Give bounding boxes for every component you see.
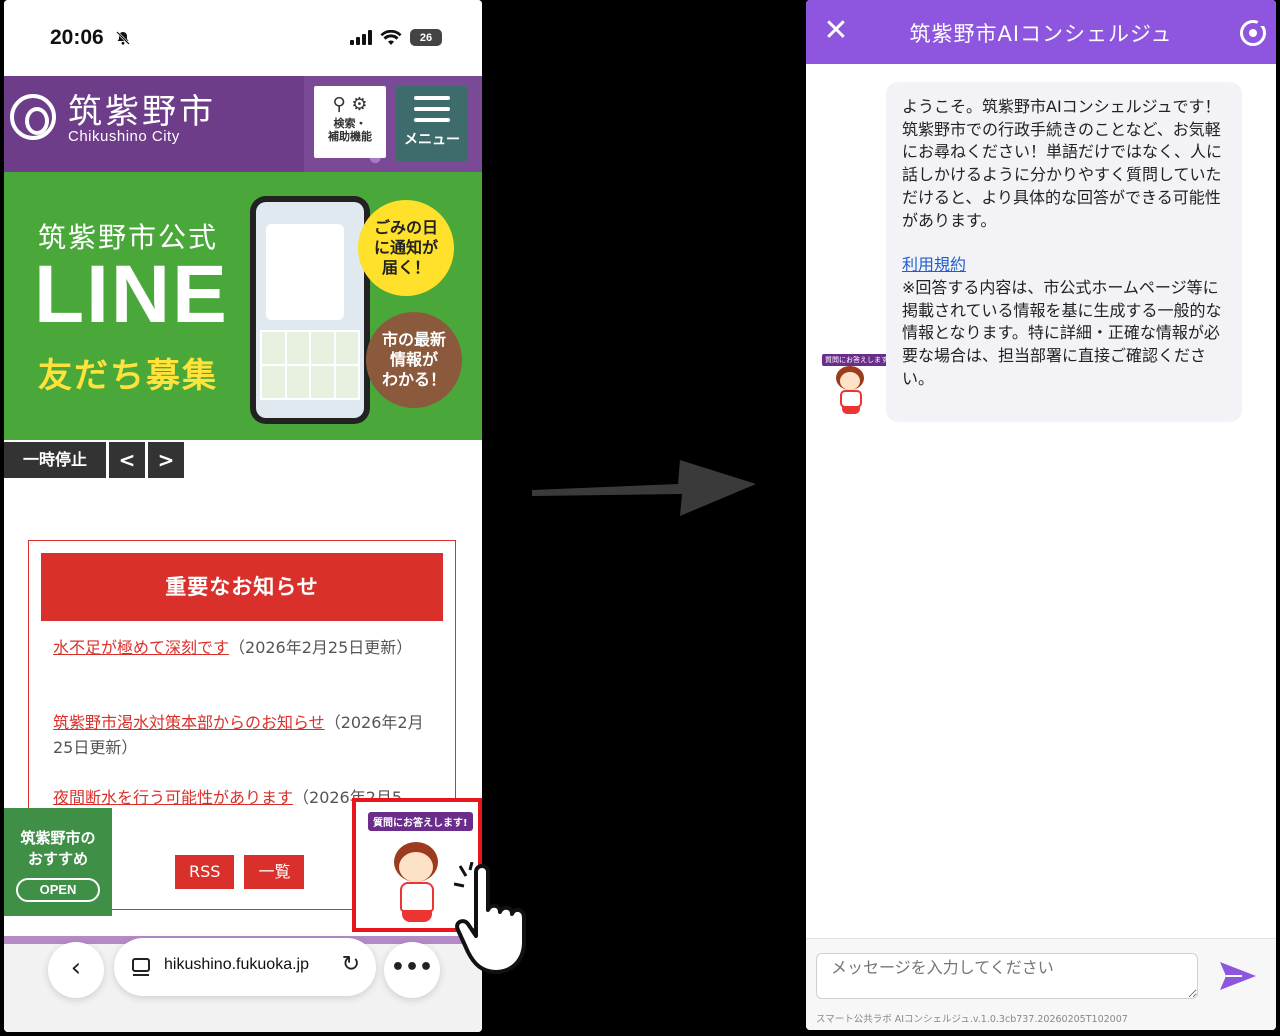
reset-chat-icon[interactable] xyxy=(1240,18,1267,46)
disclaimer-text: ※回答する内容は、市公式ホームページ等に掲載されている情報を基に生成する一般的な… xyxy=(902,277,1222,388)
notice-item: 筑紫野市渇水対策本部からのお知らせ（2026年2月25日更新） xyxy=(53,710,433,760)
chat-header: ✕ 筑紫野市AIコンシェルジュ xyxy=(806,0,1276,64)
notice-link[interactable]: 水不足が極めて深刻です xyxy=(53,638,229,657)
browser-phone-screen: 20:06 26 筑紫野市 Chikushino City ⚲ ⚙ 検索・ 補助… xyxy=(4,0,482,1032)
notice-item: 水不足が極めて深刻です（2026年2月25日更新） xyxy=(53,635,433,660)
ai-concierge-chat-screen: ✕ 筑紫野市AIコンシェルジュ 質問にお答えします! ようこそ。筑紫野市AIコン… xyxy=(806,0,1276,1030)
chat-title: 筑紫野市AIコンシェルジュ xyxy=(909,22,1173,46)
slider-prev-button[interactable]: < xyxy=(109,442,145,478)
concierge-tag: 質問にお答えします! xyxy=(368,812,473,831)
signal-icon xyxy=(350,30,372,45)
banner-friends-text: 友だち募集 xyxy=(38,356,218,396)
hamburger-icon xyxy=(414,96,450,122)
welcome-text: ようこそ。筑紫野市AIコンシェルジュです！ 筑紫野市での行政手続きのことなど、お… xyxy=(902,97,1223,230)
status-time: 20:06 xyxy=(50,26,104,49)
slider-pause-button[interactable]: 一時停止 xyxy=(4,442,106,478)
version-text: スマート公共ラボ AIコンシェルジュ.v.1.0.3cb737.20260205… xyxy=(816,1014,1128,1025)
line-promo-banner[interactable]: 筑紫野市公式 LINE 友だち募集 ごみの日 に通知が 届く！ 市の最新 情報が… xyxy=(4,172,482,440)
bot-avatar: 質問にお答えします! xyxy=(822,354,894,420)
browser-address-bar[interactable]: hikushino.fukuoka.jp ↻ xyxy=(114,938,376,996)
slider-controls: 一時停止 < > xyxy=(4,442,184,478)
browser-more-button[interactable]: ••• xyxy=(384,942,440,998)
transition-arrow-icon xyxy=(532,460,756,516)
message-input[interactable] xyxy=(816,953,1198,999)
site-header: 筑紫野市 Chikushino City ⚲ ⚙ 検索・ 補助機能 メニュー xyxy=(4,76,482,172)
reload-icon[interactable]: ↻ xyxy=(342,952,360,977)
recommend-title: 筑紫野市の おすすめ xyxy=(20,829,96,868)
browser-url: hikushino.fukuoka.jp xyxy=(164,956,309,973)
city-logo-icon[interactable] xyxy=(10,94,56,140)
tap-hand-icon xyxy=(454,862,526,974)
mascot-character-icon xyxy=(380,836,458,924)
notice-link[interactable]: 筑紫野市渇水対策本部からのお知らせ xyxy=(53,713,325,732)
recommend-open-button[interactable]: OPEN xyxy=(16,878,100,902)
chat-input-area: スマート公共ラボ AIコンシェルジュ.v.1.0.3cb737.20260205… xyxy=(806,938,1276,1030)
city-name[interactable]: 筑紫野市 xyxy=(68,84,216,133)
banner-bubble-garbage: ごみの日 に通知が 届く！ xyxy=(358,200,454,296)
search-assist-label: 検索・ 補助機能 xyxy=(328,117,372,143)
status-bar: 20:06 26 xyxy=(4,0,482,76)
page-menu-icon[interactable] xyxy=(130,956,152,978)
rss-button[interactable]: RSS xyxy=(175,855,235,889)
bot-welcome-message: ようこそ。筑紫野市AIコンシェルジュです！ 筑紫野市での行政手続きのことなど、お… xyxy=(886,82,1242,422)
banner-line-text: LINE xyxy=(34,249,229,340)
chat-message-area[interactable]: 質問にお答えします! ようこそ。筑紫野市AIコンシェルジュです！ 筑紫野市での行… xyxy=(806,64,1276,938)
bell-muted-icon xyxy=(116,31,130,45)
notice-date: （2026年2月25日更新） xyxy=(229,638,413,657)
browser-back-button[interactable]: ‹ xyxy=(48,942,104,998)
slider-next-button[interactable]: > xyxy=(148,442,184,478)
battery-indicator: 26 xyxy=(410,29,442,46)
browser-toolbar: ‹ hikushino.fukuoka.jp ↻ ••• xyxy=(4,936,482,1032)
wifi-icon xyxy=(380,29,402,45)
menu-button[interactable]: メニュー xyxy=(396,86,468,162)
banner-bubble-news: 市の最新 情報が わかる！ xyxy=(366,312,462,408)
search-gear-icon: ⚲ ⚙ xyxy=(332,94,368,115)
menu-label: メニュー xyxy=(404,132,460,148)
city-name-en[interactable]: Chikushino City xyxy=(68,128,180,145)
notice-link[interactable]: 夜間断水を行う可能性があります xyxy=(53,788,293,807)
avatar-tag: 質問にお答えします! xyxy=(822,354,894,366)
recommend-panel-button[interactable]: 筑紫野市の おすすめ OPEN xyxy=(4,808,112,916)
send-icon[interactable] xyxy=(1216,959,1260,993)
list-button[interactable]: 一覧 xyxy=(244,855,305,889)
search-assist-button[interactable]: ⚲ ⚙ 検索・ 補助機能 xyxy=(314,86,386,158)
terms-link[interactable]: 利用規約 xyxy=(902,254,966,277)
notice-title: 重要なお知らせ xyxy=(41,553,443,621)
phone-mockup-image xyxy=(250,196,370,424)
